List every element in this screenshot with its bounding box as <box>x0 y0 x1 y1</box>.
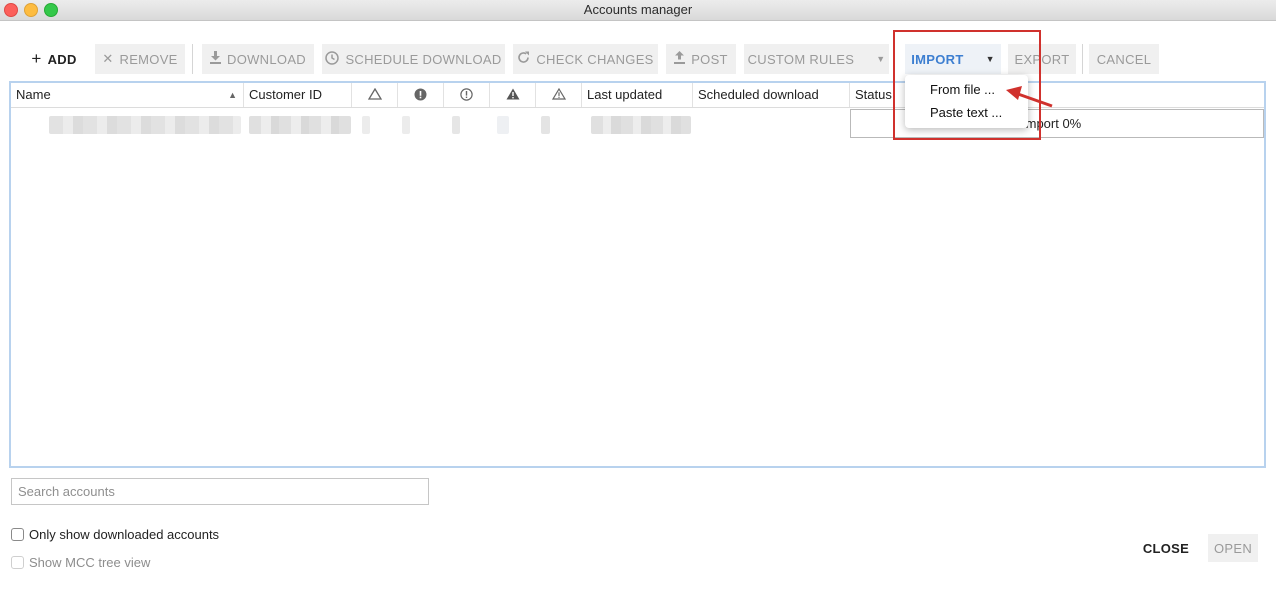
accounts-table[interactable]: Name ▲ Customer ID Last updated Schedule… <box>9 81 1266 468</box>
redacted-cell <box>452 116 460 134</box>
download-icon <box>210 51 222 67</box>
warning-outline-icon <box>367 87 382 102</box>
toolbar: + ADD ✕ REMOVE DOWNLOAD SCHEDULE DOWNLOA… <box>12 38 1264 80</box>
only-downloaded-checkbox[interactable] <box>11 528 24 541</box>
column-header-warnings[interactable] <box>352 83 398 107</box>
column-header-name-label: Name <box>16 87 51 102</box>
plus-icon: + <box>31 49 42 68</box>
redacted-account-name <box>49 116 241 134</box>
check-changes-button[interactable]: CHECK CHANGES <box>513 44 658 74</box>
search-input[interactable] <box>11 478 429 505</box>
check-changes-button-label: CHECK CHANGES <box>536 51 654 67</box>
close-icon: ✕ <box>102 51 114 66</box>
column-header-last-updated-label: Last updated <box>587 87 663 102</box>
warning-filled-icon <box>506 87 520 102</box>
column-header-errors[interactable] <box>398 83 444 107</box>
column-header-customer-id-label: Customer ID <box>249 87 322 102</box>
column-header-notices[interactable] <box>536 83 582 107</box>
download-button[interactable]: DOWNLOAD <box>202 44 314 74</box>
refresh-icon <box>517 51 530 67</box>
table-header: Name ▲ Customer ID Last updated Schedule… <box>11 83 1264 108</box>
add-button[interactable]: + ADD <box>21 44 87 74</box>
mcc-tree-checkbox[interactable] <box>11 556 24 569</box>
redacted-cell <box>541 116 550 134</box>
column-header-scheduled-download-label: Scheduled download <box>698 87 819 102</box>
schedule-download-button[interactable]: SCHEDULE DOWNLOAD <box>322 44 505 74</box>
column-header-name[interactable]: Name ▲ <box>11 83 244 107</box>
toolbar-divider <box>1082 44 1083 74</box>
window-title: Accounts manager <box>583 2 693 17</box>
close-button[interactable]: CLOSE <box>1134 534 1198 562</box>
column-header-critical[interactable] <box>490 83 536 107</box>
redacted-cell <box>497 116 509 134</box>
cancel-button-label: CANCEL <box>1096 51 1152 67</box>
column-header-last-updated[interactable]: Last updated <box>582 83 693 107</box>
redacted-last-updated <box>591 116 691 134</box>
column-header-customer-id[interactable]: Customer ID <box>244 83 352 107</box>
alert-outline-icon <box>460 87 473 102</box>
remove-button[interactable]: ✕ REMOVE <box>95 44 185 74</box>
remove-button-label: REMOVE <box>119 51 178 67</box>
cancel-button[interactable]: CANCEL <box>1089 44 1159 74</box>
post-button[interactable]: POST <box>666 44 736 74</box>
redacted-customer-id <box>249 116 351 134</box>
column-header-alerts[interactable] <box>444 83 490 107</box>
annotation-arrow-icon <box>1006 86 1053 108</box>
title-bar: Accounts manager <box>0 0 1276 21</box>
add-button-label: ADD <box>47 51 77 67</box>
download-button-label: DOWNLOAD <box>227 51 306 67</box>
column-header-status-label: Status <box>855 87 892 102</box>
mcc-tree-label: Show MCC tree view <box>29 555 151 570</box>
custom-rules-button-label: CUSTOM RULES <box>747 51 855 67</box>
open-button[interactable]: OPEN <box>1208 534 1258 562</box>
custom-rules-button[interactable]: CUSTOM RULES ▼ <box>744 44 889 74</box>
table-row[interactable]: Import 0% <box>11 108 1264 138</box>
column-header-scheduled-download[interactable]: Scheduled download <box>693 83 850 107</box>
upload-icon <box>674 51 686 67</box>
sort-ascending-icon[interactable]: ▲ <box>228 83 237 107</box>
toolbar-divider <box>192 44 193 74</box>
error-filled-icon <box>414 87 427 102</box>
post-button-label: POST <box>691 51 728 67</box>
only-downloaded-label: Only show downloaded accounts <box>29 527 220 542</box>
redacted-cell <box>402 116 410 134</box>
warning-outline-icon <box>551 87 566 102</box>
caret-down-icon[interactable]: ▼ <box>876 54 885 64</box>
redacted-cell <box>362 116 370 134</box>
schedule-download-button-label: SCHEDULE DOWNLOAD <box>345 51 502 67</box>
clock-icon <box>325 50 340 68</box>
